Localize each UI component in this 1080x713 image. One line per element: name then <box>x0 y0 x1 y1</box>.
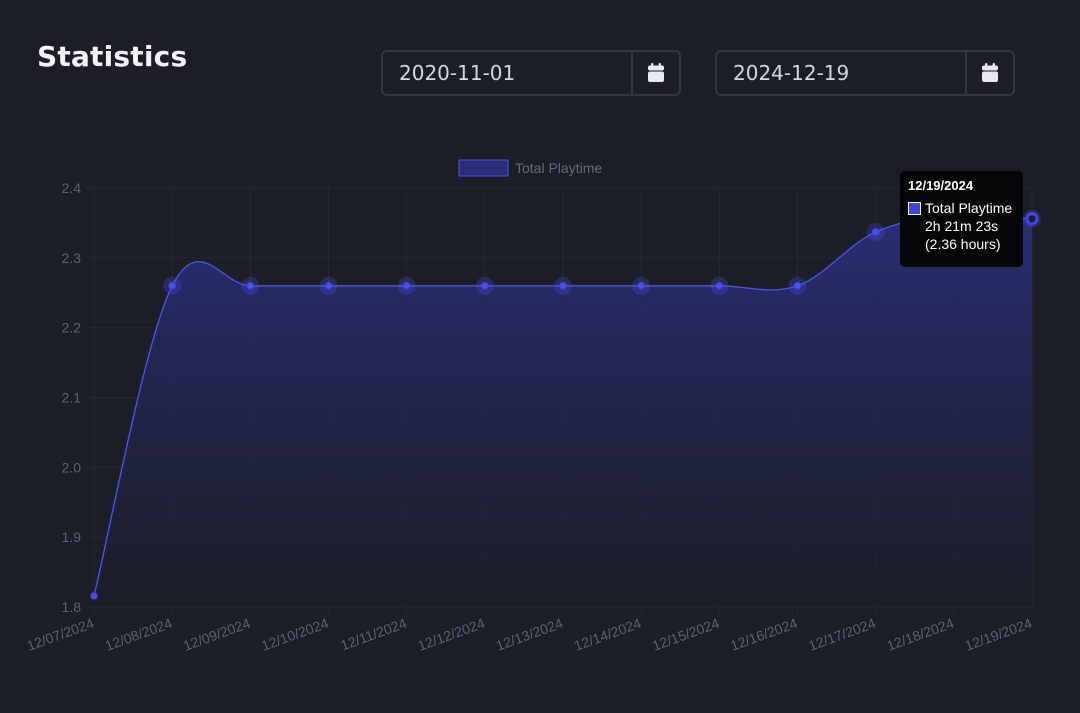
x-tick-label: 12/09/2024 <box>181 615 253 654</box>
x-tick-label: 12/08/2024 <box>103 615 175 654</box>
data-point-dot <box>1025 212 1039 226</box>
y-tick-label: 2.2 <box>62 320 82 336</box>
data-point-dot <box>402 282 411 290</box>
legend-swatch <box>458 159 509 177</box>
data-point-dot <box>246 282 255 290</box>
x-tick-label: 12/15/2024 <box>650 615 722 654</box>
y-tick-label: 2.0 <box>62 459 82 475</box>
data-point[interactable] <box>475 276 494 295</box>
data-point[interactable] <box>319 276 338 295</box>
data-point-dot <box>481 282 489 290</box>
data-point-dot <box>793 282 802 290</box>
y-tick-label: 1.8 <box>62 599 82 615</box>
y-tick-label: 2.3 <box>62 250 82 266</box>
data-point[interactable] <box>397 276 416 295</box>
data-point[interactable] <box>163 276 182 295</box>
x-tick-label: 12/16/2024 <box>728 615 800 654</box>
tooltip-hours: (2.36 hours) <box>925 236 1001 252</box>
tooltip-series-name: Total Playtime <box>925 200 1013 216</box>
data-point-dot <box>90 592 98 600</box>
data-point-dot <box>871 228 880 236</box>
x-tick-label: 12/11/2024 <box>338 615 409 654</box>
data-point[interactable] <box>90 592 98 600</box>
tooltip-duration: 2h 21m 23s <box>925 218 999 234</box>
x-tick-label: 12/14/2024 <box>572 615 644 654</box>
x-tick-label: 12/12/2024 <box>416 615 488 654</box>
x-tick-label: 12/18/2024 <box>885 615 957 654</box>
x-tick-label: 12/07/2024 <box>25 615 97 654</box>
x-axis-ticks: 12/07/2024 12/08/2024 12/09/2024 12/10/2024… <box>25 615 1035 654</box>
data-point[interactable] <box>1023 209 1041 228</box>
data-point[interactable] <box>632 276 651 295</box>
data-point[interactable] <box>866 222 885 241</box>
tooltip-series-swatch <box>908 202 921 215</box>
y-tick-label: 1.9 <box>62 529 82 545</box>
x-tick-label: 12/13/2024 <box>494 615 566 654</box>
y-axis-ticks: 1.8 1.9 2.0 2.1 2.2 2.3 2.4 <box>62 180 82 615</box>
data-point[interactable] <box>710 276 729 295</box>
data-point[interactable] <box>241 276 260 295</box>
data-point-dot <box>168 282 176 290</box>
x-tick-label: 12/17/2024 <box>806 615 878 654</box>
y-tick-label: 2.1 <box>62 390 82 406</box>
data-point-dot <box>637 282 645 290</box>
playtime-chart: 1.8 1.9 2.0 2.1 2.2 2.3 2.4 12/07/2024 12/08/20… <box>25 159 1041 654</box>
y-tick-label: 2.4 <box>62 180 82 196</box>
data-point[interactable] <box>554 276 572 295</box>
data-point[interactable] <box>788 276 807 295</box>
chart-legend[interactable]: Total Playtime <box>458 159 602 177</box>
x-tick-label: 12/10/2024 <box>259 615 331 654</box>
x-tick-label: 12/19/2024 <box>963 615 1035 654</box>
legend-label: Total Playtime <box>515 160 602 176</box>
data-point-dot <box>324 282 333 290</box>
tooltip-date: 12/19/2024 <box>908 178 974 193</box>
data-point-dot <box>715 282 724 290</box>
data-point-dot <box>559 282 567 290</box>
chart-tooltip: 12/19/2024 Total Playtime 2h 21m 23s (2.… <box>900 171 1023 267</box>
